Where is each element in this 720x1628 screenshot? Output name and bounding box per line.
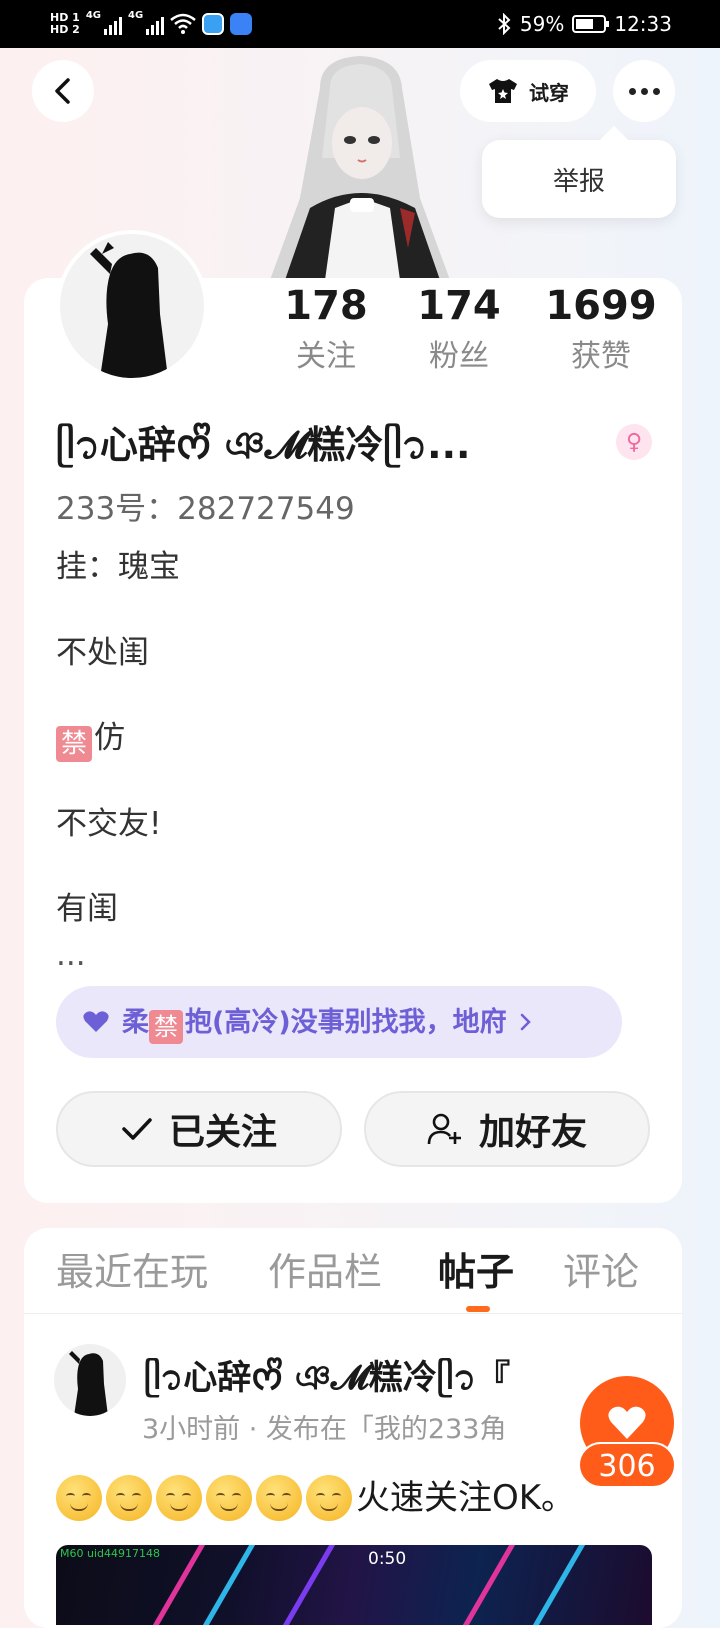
smirk-emoji-icon [206,1475,252,1521]
following-count: 178 [284,283,368,329]
bio-line: 挂：瑰宝 [56,549,180,585]
ban-badge: 禁 [56,726,92,762]
network-type-2: 4G [128,10,144,21]
try-on-button[interactable]: 试穿 [460,60,596,122]
likes-count: 1699 [545,283,657,329]
post-video-thumbnail[interactable]: M60 uid44917148 0:50 [56,1545,652,1625]
nickname: ᥫ᭡心辞ᰔᩚ ঞ𝓜糕冷ᥫ᭡... [56,423,471,467]
female-icon: ♀ [616,424,652,460]
more-dot [640,87,648,95]
likes-stat: 1699 获赞 [536,280,666,378]
like-count-badge: 306 [578,1442,676,1488]
post-author-avatar[interactable] [54,1344,126,1416]
followed-button[interactable]: 已关注 [56,1091,342,1167]
signal-icon [146,13,165,35]
mail-app-icon [230,13,253,35]
post-meta: 3小时前 · 发布在「我的233角 [142,1414,507,1445]
silhouette-avatar-image [90,242,168,378]
guild-badge-button[interactable]: 柔禁抱(高冷)没事别找我，地府 [56,986,622,1058]
user-id: 233号：282727549 [56,491,355,527]
post-author-name[interactable]: ᥫ᭡心辞ᰔᩚ ঞ𝓜糕冷ᥫ᭡『 [144,1354,624,1402]
video-duration: 0:50 [368,1549,407,1569]
avatar-character-illustration [270,56,450,280]
smirk-emoji-icon [256,1475,302,1521]
network-type-1: 4G [85,10,101,21]
bio-line: 有闺 [56,891,118,927]
battery-icon [572,15,610,33]
silhouette-avatar-image [69,1351,108,1416]
smirk-emoji-icon [306,1475,352,1521]
chevron-right-icon [520,1013,531,1031]
battery-percent: 59% [519,12,565,36]
followers-label: 粉丝 [429,339,489,374]
video-frame-decoration [202,1545,256,1625]
post-text-content: 火速关注OK。 [356,1478,576,1518]
tab-recently-played[interactable]: 最近在玩 [56,1244,208,1300]
video-frame-decoration [152,1545,206,1625]
following-label: 关注 [296,339,356,374]
check-icon [122,1118,152,1140]
followers-count: 174 [417,283,501,329]
heart-icon [608,1406,646,1439]
report-label: 举报 [552,166,605,197]
more-dot [652,87,660,95]
tab-works[interactable]: 作品栏 [268,1244,382,1300]
bio-expand-ellipsis[interactable]: ... [56,934,86,976]
likes-label: 获赞 [571,339,631,374]
smirk-emoji-icon [156,1475,202,1521]
add-person-icon [427,1113,461,1145]
video-frame-decoration [532,1545,586,1625]
video-frame-decoration [462,1545,516,1625]
try-on-label: 试穿 [529,80,569,105]
ban-badge: 禁 [149,1010,183,1044]
browser-app-icon [202,13,225,35]
clock: 12:33 [614,12,672,36]
report-menu-item[interactable]: 举报 [482,140,676,218]
tab-divider [24,1313,682,1314]
following-stat[interactable]: 178 关注 [261,280,391,378]
bluetooth-icon [498,13,511,35]
hd-indicator: HD 1 HD 2 [50,12,80,36]
wifi-icon [170,13,196,34]
bio-line: 禁仿 [56,717,125,762]
more-dots-icon [628,87,636,95]
guild-prefix: 柔 [122,1007,149,1038]
post-text[interactable]: 火速关注OK。 [56,1472,575,1524]
followers-stat[interactable]: 174 粉丝 [394,280,524,378]
signal-icon [104,13,122,35]
tab-comments[interactable]: 评论 [563,1244,639,1300]
guild-name: 抱(高冷)没事别找我，地府 [185,1007,507,1038]
active-tab-indicator [466,1306,490,1312]
heart-icon [83,1011,109,1032]
status-bar: HD 1 HD 2 4G 4G 59% 12:33 [0,0,720,48]
bio-line-text: 仿 [94,720,125,756]
tab-posts[interactable]: 帖子 [438,1244,514,1300]
chevron-left-icon [55,78,70,104]
more-options-button[interactable] [613,60,675,122]
bio-line: 不交友! [56,806,162,842]
add-friend-button[interactable]: 加好友 [364,1091,650,1167]
video-frame-decoration [282,1545,336,1625]
smirk-emoji-icon [56,1475,102,1521]
add-friend-label: 加好友 [478,1112,587,1153]
followed-label: 已关注 [168,1112,277,1153]
bio-line: 不处闺 [56,635,149,671]
hd2-label: HD 2 [50,23,80,36]
back-button[interactable] [32,60,94,122]
avatar[interactable] [56,230,208,382]
tshirt-icon [489,79,517,103]
video-uid-watermark: M60 uid44917148 [60,1547,160,1560]
smirk-emoji-icon [106,1475,152,1521]
